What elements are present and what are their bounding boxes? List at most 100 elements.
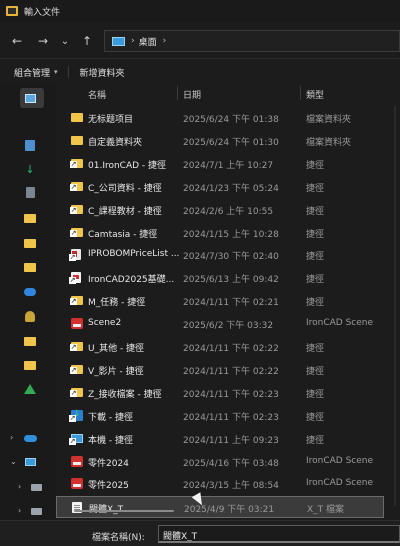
- new-folder-button[interactable]: 新增資料夾: [80, 66, 125, 79]
- file-row[interactable]: 零件2024 2025/4/16 下午 03:48 IronCAD Scene: [56, 451, 384, 473]
- file-row[interactable]: V_影片 - 捷徑2024/1/11 下午 02:22捷徑: [56, 359, 384, 381]
- file-row[interactable]: Z_接收檔案 - 捷徑2024/1/11 下午 02:23捷徑: [56, 382, 384, 404]
- sidebar-item-drive-1[interactable]: [27, 478, 45, 496]
- pdf-shortcut-icon: [69, 272, 81, 285]
- horizontal-scrollbar-thumb[interactable]: [74, 510, 174, 512]
- folder-icon: [24, 336, 36, 346]
- file-row[interactable]: 自定義資料夾 2025/6/24 下午 01:30 檔案資料夾: [56, 130, 384, 152]
- recent-locations-chevron-icon[interactable]: ⌄: [56, 32, 74, 50]
- filename-input[interactable]: [158, 525, 400, 543]
- column-divider[interactable]: [177, 86, 178, 100]
- column-header-date[interactable]: 日期: [183, 88, 201, 101]
- ironcad-scene-icon: [71, 455, 83, 467]
- user-folder-icon: [25, 310, 35, 322]
- sidebar-item-downloads[interactable]: ↓: [21, 160, 39, 178]
- file-type: 檔案資料夾: [306, 137, 352, 148]
- file-date: 2025/6/13 上午 09:42: [183, 275, 279, 286]
- sidebar-item-user-folder[interactable]: [21, 307, 39, 325]
- column-divider[interactable]: [300, 86, 301, 100]
- file-row[interactable]: Camtasia - 捷徑2024/1/15 上午 10:28捷徑: [56, 222, 384, 244]
- expand-chevron-icon[interactable]: ›: [10, 433, 13, 442]
- address-bar[interactable]: › 桌面 ›: [104, 30, 400, 52]
- sidebar-item-documents[interactable]: [21, 136, 39, 154]
- file-date: 2024/3/15 上午 08:54: [183, 481, 279, 492]
- sidebar-item-onedrive[interactable]: [21, 429, 39, 447]
- shortcut-icon: [70, 364, 83, 374]
- sidebar-item-cloud-folder[interactable]: [21, 283, 39, 301]
- sidebar-item-folder-2[interactable]: [21, 234, 39, 252]
- sidebar-item-this-pc[interactable]: [21, 453, 39, 471]
- folder-icon: [24, 360, 36, 370]
- divider: [67, 66, 69, 78]
- file-row[interactable]: 閥體X_T2025/4/9 下午 03:21X_T 檔案: [56, 496, 384, 519]
- breadcrumb-desktop[interactable]: 桌面: [139, 35, 157, 48]
- file-date: 2024/1/23 下午 05:24: [183, 183, 279, 194]
- file-date: 2024/2/6 上午 10:55: [183, 206, 274, 217]
- navigation-bar: ← → ⌄ ↑ › 桌面 ›: [0, 28, 400, 54]
- sidebar-item-google-drive[interactable]: [21, 380, 39, 398]
- calculator-icon: [25, 186, 35, 198]
- spreadsheet-shortcut-icon: [69, 249, 81, 262]
- file-row[interactable]: 无标题项目 2025/6/24 下午 01:38 檔案資料夾: [56, 107, 384, 129]
- chevron-right-icon[interactable]: ›: [163, 36, 167, 46]
- file-explorer-icon: [6, 6, 18, 16]
- shortcut-icon: [70, 296, 83, 306]
- file-type: IronCAD Scene: [306, 455, 374, 466]
- cloud-folder-icon: [24, 288, 36, 296]
- vertical-scrollbar[interactable]: [394, 106, 396, 506]
- sidebar-item-folder-1[interactable]: [21, 209, 39, 227]
- file-type: 捷徑: [306, 275, 325, 286]
- file-date: 2024/1/11 上午 09:23: [183, 435, 279, 446]
- sidebar-item-pictures[interactable]: [21, 89, 39, 107]
- file-type: 捷徑: [306, 435, 325, 446]
- sidebar-item-folder-5[interactable]: [21, 356, 39, 374]
- collapse-chevron-icon[interactable]: ⌄: [10, 457, 17, 466]
- up-arrow-icon[interactable]: ↑: [78, 32, 96, 50]
- file-type: 捷徑: [306, 389, 325, 400]
- file-date: 2024/7/1 上午 10:27: [183, 160, 274, 171]
- organize-button[interactable]: 組合管理: [14, 66, 50, 79]
- window-title: 輸入文件: [24, 7, 61, 18]
- column-header-type[interactable]: 類型: [306, 88, 324, 101]
- documents-icon: [25, 139, 35, 151]
- this-pc-icon: [24, 458, 36, 466]
- file-type: X_T 檔案: [307, 505, 345, 516]
- file-row[interactable]: U_其他 - 捷徑2024/1/11 下午 02:22捷徑: [56, 336, 384, 358]
- shortcut-icon: [70, 181, 83, 191]
- file-date: 2024/1/11 下午 02:21: [183, 298, 279, 309]
- expand-chevron-icon[interactable]: ›: [18, 482, 21, 491]
- file-row[interactable]: C_課程教材 - 捷徑2024/2/6 上午 10:55捷徑: [56, 199, 384, 221]
- column-header-name[interactable]: 名稱: [88, 88, 106, 101]
- file-date: 2025/6/24 下午 01:38: [183, 115, 279, 125]
- chevron-down-icon[interactable]: ▾: [54, 68, 58, 76]
- expand-chevron-icon[interactable]: ›: [18, 506, 21, 515]
- file-row[interactable]: Scene2 2025/6/2 下午 03:32 IronCAD Scene: [56, 313, 384, 335]
- file-row[interactable]: 本機 - 捷徑2024/1/11 上午 09:23捷徑: [56, 428, 384, 450]
- file-row[interactable]: M_任務 - 捷徑2024/1/11 下午 02:21捷徑: [56, 290, 384, 312]
- shortcut-icon: [70, 387, 83, 397]
- file-row[interactable]: 下載 - 捷徑2024/1/11 下午 02:23捷徑: [56, 405, 384, 427]
- sidebar-item-drive-2[interactable]: [27, 502, 45, 520]
- ironcad-scene-icon: [71, 478, 83, 490]
- file-type: 捷徑: [306, 412, 325, 423]
- sidebar-item-apps[interactable]: [21, 183, 39, 201]
- file-row[interactable]: C_公司資料 - 捷徑2024/1/23 下午 05:24捷徑: [56, 176, 384, 198]
- sidebar-item-folder-4[interactable]: [21, 332, 39, 350]
- file-type: IronCAD Scene: [306, 478, 374, 489]
- drive-icon: [30, 483, 42, 491]
- file-date: 2024/7/30 下午 02:40: [183, 252, 279, 263]
- divider: [0, 58, 400, 59]
- back-arrow-icon[interactable]: ←: [8, 32, 26, 50]
- this-pc-shortcut-icon: [69, 433, 83, 445]
- file-row[interactable]: IPROBOMPriceList ...2024/7/30 下午 02:40捷徑: [56, 244, 384, 266]
- chevron-right-icon[interactable]: ›: [131, 36, 135, 46]
- folder-icon: [71, 135, 83, 145]
- file-type: 捷徑: [306, 160, 325, 171]
- file-date: 2024/1/11 下午 02:23: [183, 412, 279, 423]
- file-row[interactable]: IronCAD2025基礎...2025/6/13 上午 09:42捷徑: [56, 267, 384, 289]
- file-row[interactable]: 零件2025 2024/3/15 上午 08:54 IronCAD Scene: [56, 473, 384, 495]
- file-row[interactable]: 01.IronCAD - 捷徑2024/7/1 上午 10:27捷徑: [56, 153, 384, 175]
- drive-icon: [30, 507, 42, 515]
- forward-arrow-icon[interactable]: →: [34, 32, 52, 50]
- sidebar-item-folder-3[interactable]: [21, 258, 39, 276]
